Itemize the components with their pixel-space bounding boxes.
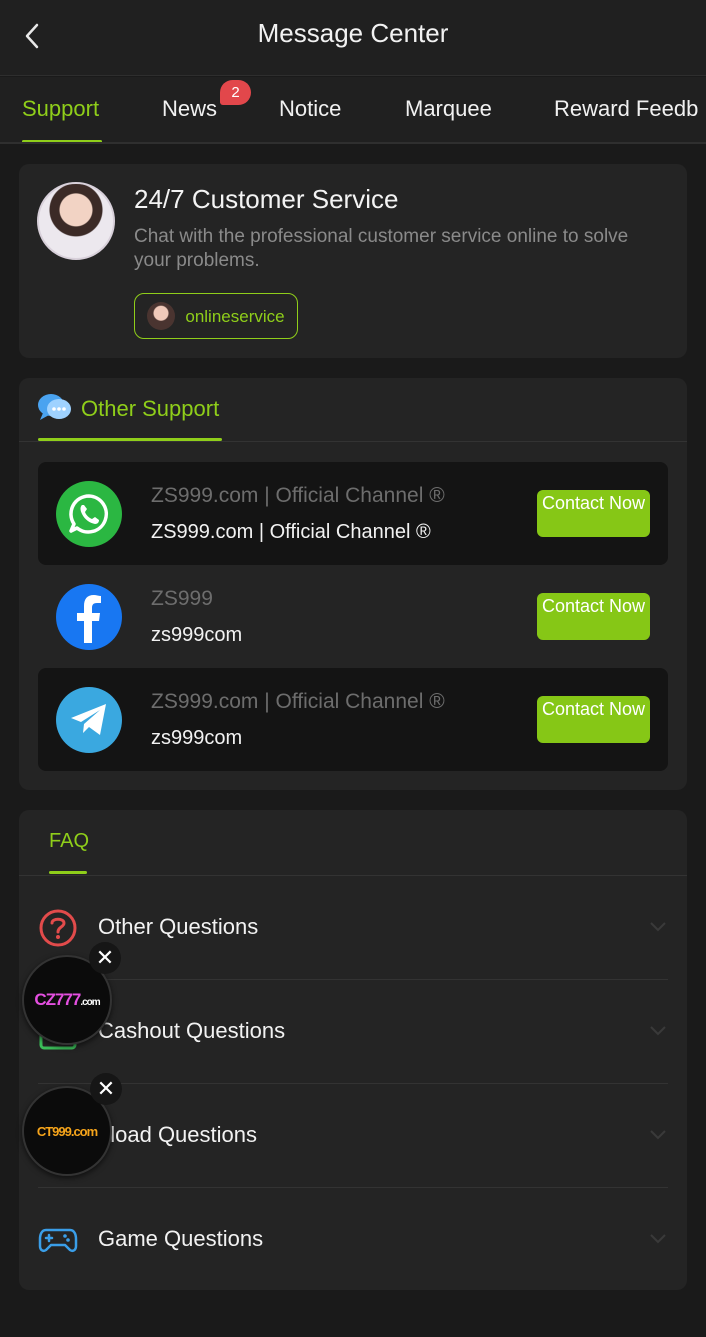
faq-item-cashout[interactable]: Cashout Questions — [38, 980, 668, 1084]
other-support-title: Other Support — [81, 396, 220, 421]
faq-item-label: Game Questions — [98, 1226, 264, 1251]
question-circle-icon — [38, 908, 78, 948]
contact-now-button[interactable]: Contact Now — [537, 490, 650, 537]
floating-ad-label: CZ777 — [34, 990, 81, 1009]
faq-item-other[interactable]: Other Questions — [38, 876, 668, 980]
faq-header: FAQ — [19, 810, 687, 876]
customer-service-avatar — [37, 182, 115, 260]
tab-notice[interactable]: Notice — [279, 96, 341, 122]
other-support-header: Other Support — [19, 378, 687, 442]
faq-item-label: eload Questions — [98, 1122, 257, 1147]
faq-item-label: Other Questions — [98, 914, 259, 939]
other-support-indicator — [38, 438, 222, 441]
whatsapp-icon — [56, 481, 122, 547]
gamepad-icon — [38, 1220, 78, 1260]
chevron-down-icon — [650, 1026, 666, 1036]
header-bar: Message Center — [0, 0, 706, 76]
channel-whatsapp: ZS999.com | Official Channel ® ZS999.com… — [38, 462, 668, 565]
customer-service-card: 24/7 Customer Service Chat with the prof… — [19, 164, 687, 358]
tab-support[interactable]: Support — [22, 96, 99, 122]
agent-avatar-icon — [147, 302, 175, 330]
tab-reward-feedback[interactable]: Reward Feedb — [554, 96, 698, 122]
customer-service-title: 24/7 Customer Service — [134, 184, 399, 214]
tab-marquee[interactable]: Marquee — [405, 96, 492, 122]
faq-item-label: Cashout Questions — [98, 1018, 286, 1043]
contact-now-button[interactable]: Contact Now — [537, 593, 650, 640]
facebook-icon — [56, 584, 122, 650]
faq-item-game[interactable]: Game Questions — [38, 1188, 668, 1292]
chevron-down-icon — [650, 1130, 666, 1140]
other-support-card: Other Support ZS999.com | Official Chann… — [19, 378, 687, 790]
floating-ad-label: CT999.com — [36, 1123, 98, 1139]
close-icon[interactable]: ✕ — [89, 942, 121, 974]
faq-card: FAQ Other Questions Cashout Questions el… — [19, 810, 687, 1290]
customer-service-description: Chat with the professional customer serv… — [134, 226, 629, 271]
floating-ad-suffix: .com — [80, 997, 100, 1008]
contact-now-button[interactable]: Contact Now — [537, 696, 650, 743]
page-title: Message Center — [257, 18, 449, 48]
channel-facebook: ZS999 zs999com Contact Now — [38, 565, 668, 668]
chevron-down-icon — [650, 1234, 666, 1244]
channel-handle: zs999com — [151, 727, 243, 749]
tab-news[interactable]: News — [162, 96, 217, 122]
chat-bubbles-icon — [38, 394, 71, 420]
channel-handle: ZS999.com | Official Channel ® — [151, 521, 431, 543]
close-icon[interactable]: ✕ — [90, 1073, 122, 1105]
news-badge: 2 — [220, 80, 251, 105]
online-service-label: onlineservice — [185, 306, 285, 326]
channel-name: ZS999.com | Official Channel ® — [151, 484, 445, 507]
faq-title: FAQ — [49, 830, 90, 852]
channel-handle: zs999com — [151, 624, 243, 646]
channel-name: ZS999.com | Official Channel ® — [151, 690, 445, 713]
chevron-down-icon — [650, 922, 666, 932]
telegram-icon — [56, 687, 122, 753]
faq-indicator — [49, 871, 87, 874]
tab-bar: Support News Notice Marquee Reward Feedb — [0, 77, 706, 144]
active-tab-indicator — [22, 140, 102, 142]
channel-name: ZS999 — [151, 587, 213, 610]
faq-item-reload[interactable]: eload Questions — [38, 1084, 668, 1188]
online-service-button[interactable]: onlineservice — [134, 293, 298, 339]
channel-telegram: ZS999.com | Official Channel ® zs999com … — [38, 668, 668, 771]
